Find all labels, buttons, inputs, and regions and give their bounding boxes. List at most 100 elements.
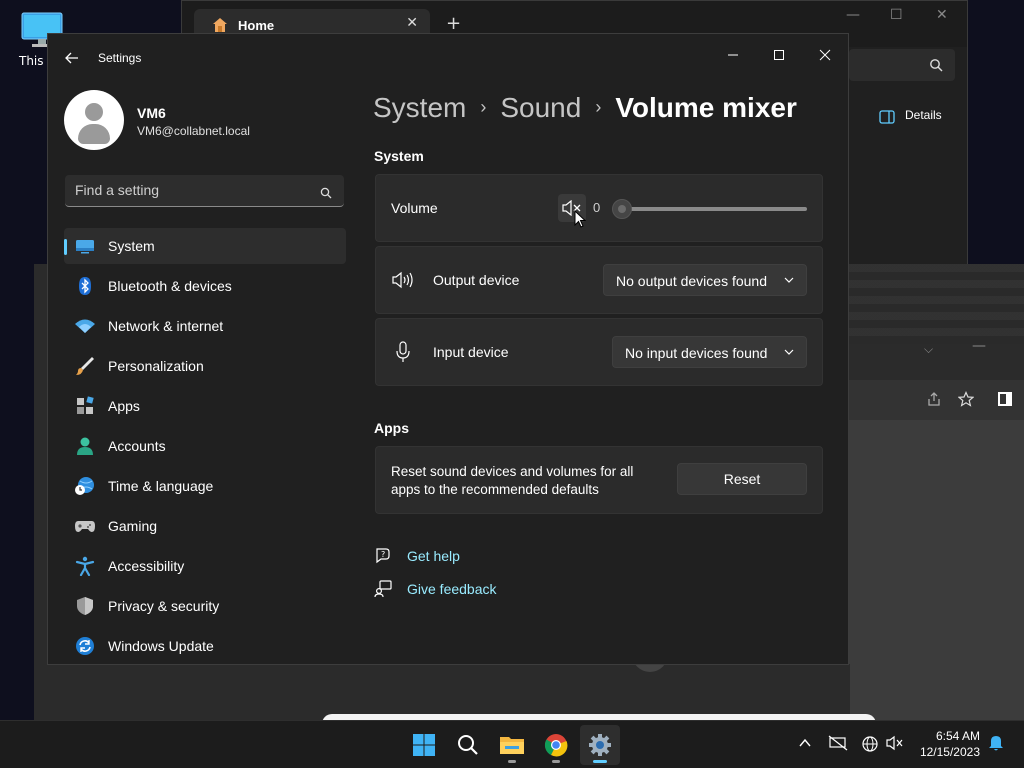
close-button[interactable] bbox=[802, 40, 848, 70]
breadcrumb: System › Sound › Volume mixer bbox=[373, 92, 797, 124]
volume-label: Volume bbox=[391, 200, 438, 216]
sidebar-item-bluetooth[interactable]: Bluetooth & devices bbox=[64, 268, 346, 304]
gamepad-icon bbox=[74, 516, 96, 536]
sidebar-item-accessibility[interactable]: Accessibility bbox=[64, 548, 346, 584]
network-disconnected-icon[interactable] bbox=[828, 735, 848, 755]
share-icon bbox=[928, 392, 940, 406]
sidebar-item-windows-update[interactable]: Windows Update bbox=[64, 628, 346, 664]
clock-date: 12/15/2023 bbox=[919, 745, 980, 759]
reset-button[interactable]: Reset bbox=[677, 463, 807, 495]
volume-slider-thumb[interactable] bbox=[612, 199, 632, 219]
output-device-label: Output device bbox=[433, 272, 520, 288]
settings-search-box bbox=[65, 175, 344, 207]
minimize-icon[interactable]: — bbox=[972, 338, 986, 354]
sidebar-item-system[interactable]: System bbox=[64, 228, 346, 264]
sidebar-icon bbox=[998, 392, 1012, 406]
reset-card: Reset sound devices and volumes for all … bbox=[375, 446, 823, 514]
input-device-label: Input device bbox=[433, 344, 509, 360]
language-globe-icon[interactable] bbox=[861, 735, 879, 757]
maximize-icon bbox=[774, 50, 784, 60]
sidebar-item-gaming[interactable]: Gaming bbox=[64, 508, 346, 544]
taskbar-file-explorer[interactable] bbox=[492, 725, 532, 765]
system-icon bbox=[74, 236, 96, 256]
wifi-icon bbox=[74, 316, 96, 336]
globe-clock-icon bbox=[74, 476, 96, 496]
explorer-search-box[interactable] bbox=[849, 49, 955, 81]
user-name: VM6 bbox=[137, 105, 166, 121]
search-icon bbox=[930, 59, 943, 72]
maximize-button[interactable] bbox=[756, 40, 802, 70]
start-button[interactable] bbox=[404, 725, 444, 765]
taskbar: 6:54 AM 12/15/2023 bbox=[0, 720, 1024, 768]
volume-slider[interactable] bbox=[612, 199, 807, 219]
details-button[interactable]: Details bbox=[905, 108, 942, 122]
shield-icon bbox=[74, 596, 96, 616]
output-device-value: No output devices found bbox=[616, 273, 767, 289]
feedback-icon bbox=[374, 580, 392, 602]
input-device-dropdown[interactable]: No input devices found bbox=[612, 336, 807, 368]
title-bar: Settings bbox=[48, 34, 848, 82]
background-window-bottom bbox=[50, 654, 876, 726]
output-device-card: Output device No output devices found bbox=[375, 246, 823, 314]
sidebar-item-time-language[interactable]: Time & language bbox=[64, 468, 346, 504]
accessibility-icon bbox=[74, 556, 96, 577]
search-icon[interactable] bbox=[320, 184, 332, 203]
chevron-right-icon: › bbox=[480, 97, 487, 117]
sidebar-item-apps[interactable]: Apps bbox=[64, 388, 346, 424]
section-title-system: System bbox=[374, 148, 424, 164]
back-button[interactable] bbox=[64, 50, 80, 66]
section-title-apps: Apps bbox=[374, 420, 409, 436]
close-icon[interactable]: ✕ bbox=[406, 15, 418, 31]
svg-text:?: ? bbox=[381, 550, 385, 559]
breadcrumb-sound[interactable]: Sound bbox=[500, 92, 581, 123]
sidebar-item-accounts[interactable]: Accounts bbox=[64, 428, 346, 464]
input-device-value: No input devices found bbox=[625, 345, 768, 361]
taskbar-settings[interactable] bbox=[580, 725, 620, 765]
chevron-down-icon[interactable]: ⌵ bbox=[924, 342, 933, 357]
explorer-tab-title: Home bbox=[238, 18, 275, 33]
mouse-cursor-icon bbox=[574, 209, 587, 232]
input-device-card: Input device No input devices found bbox=[375, 318, 823, 386]
star-icon bbox=[958, 391, 974, 407]
bluetooth-icon bbox=[74, 276, 96, 296]
chrome-icon bbox=[544, 734, 568, 757]
file-explorer-icon bbox=[500, 737, 524, 754]
back-arrow-icon bbox=[65, 52, 78, 64]
speaker-muted-icon[interactable] bbox=[886, 735, 904, 755]
sidebar-item-network[interactable]: Network & internet bbox=[64, 308, 346, 344]
settings-icon bbox=[589, 734, 611, 756]
brush-icon bbox=[74, 356, 96, 376]
sidebar-item-personalization[interactable]: Personalization bbox=[64, 348, 346, 384]
taskbar-clock[interactable]: 6:54 AM 12/15/2023 bbox=[920, 728, 980, 760]
minimize-icon[interactable]: — bbox=[846, 7, 860, 23]
close-icon bbox=[819, 49, 831, 61]
new-tab-icon[interactable]: + bbox=[446, 13, 461, 34]
taskbar-chrome[interactable] bbox=[536, 725, 576, 765]
output-device-dropdown[interactable]: No output devices found bbox=[603, 264, 807, 296]
notification-bell-icon[interactable] bbox=[988, 734, 1004, 756]
app-title: Settings bbox=[98, 51, 142, 65]
user-profile[interactable]: VM6 VM6@collabnet.local bbox=[64, 90, 344, 154]
avatar bbox=[64, 90, 124, 150]
chevron-down-icon bbox=[784, 277, 794, 283]
show-hidden-icons-chevron-icon[interactable] bbox=[798, 735, 812, 754]
minimize-button[interactable] bbox=[710, 40, 756, 70]
user-email: VM6@collabnet.local bbox=[137, 124, 250, 138]
apps-icon bbox=[74, 396, 96, 416]
taskbar-search-button[interactable] bbox=[448, 725, 488, 765]
accounts-icon bbox=[74, 436, 96, 456]
give-feedback-link[interactable]: Give feedback bbox=[407, 581, 497, 597]
clock-time: 6:54 AM bbox=[935, 729, 980, 743]
maximize-icon[interactable]: ☐ bbox=[890, 7, 903, 23]
close-icon[interactable]: ✕ bbox=[936, 7, 948, 23]
search-input[interactable] bbox=[65, 175, 305, 205]
get-help-link[interactable]: Get help bbox=[407, 548, 460, 564]
details-pane-icon bbox=[879, 109, 895, 128]
reset-description: Reset sound devices and volumes for all … bbox=[391, 464, 634, 497]
sidebar-item-privacy[interactable]: Privacy & security bbox=[64, 588, 346, 624]
settings-window: Settings VM6 VM6@collabnet.local System bbox=[47, 33, 849, 665]
search-icon bbox=[458, 735, 478, 755]
start-icon bbox=[413, 734, 435, 756]
breadcrumb-system[interactable]: System bbox=[373, 92, 466, 123]
volume-value: 0 bbox=[593, 200, 601, 215]
